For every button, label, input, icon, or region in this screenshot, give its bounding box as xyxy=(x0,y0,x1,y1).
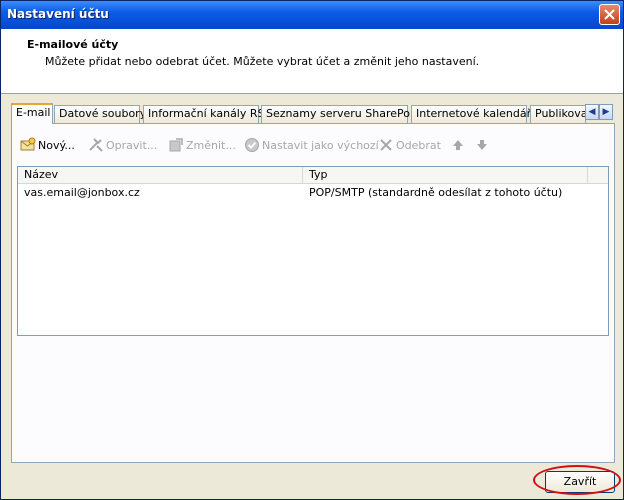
account-list: Název Typ vas.email@jonbox.cz POP/SMTP (… xyxy=(17,166,609,336)
tab-published[interactable]: Publikovan xyxy=(530,105,586,123)
window-close-button[interactable] xyxy=(599,4,620,25)
column-header-name[interactable]: Název xyxy=(18,167,303,183)
repair-button[interactable]: Opravit... xyxy=(88,136,157,156)
chevron-right-icon[interactable]: ▶ xyxy=(599,104,613,120)
remove-button[interactable]: Odebrat xyxy=(378,136,441,156)
move-up-button[interactable] xyxy=(450,136,466,156)
window-title: Nastavení účtu xyxy=(7,7,109,21)
repair-button-label: Opravit... xyxy=(106,139,158,152)
remove-x-icon xyxy=(380,139,392,151)
account-name-cell: vas.email@jonbox.cz xyxy=(24,186,140,199)
new-account-icon xyxy=(20,137,36,151)
column-header-type[interactable]: Typ xyxy=(303,167,588,183)
close-icon xyxy=(604,9,615,20)
tab-strip: E-mail Datové soubory Informační kanály … xyxy=(11,103,615,124)
set-default-button-label: Nastavit jako výchozí xyxy=(262,139,379,152)
arrow-down-icon xyxy=(477,140,487,150)
change-button-label: Změnit... xyxy=(186,139,236,152)
tab-internet-calendars[interactable]: Internetové kalendáře xyxy=(411,105,538,123)
change-button[interactable]: Změnit... xyxy=(168,136,236,156)
change-icon xyxy=(169,138,183,152)
close-dialog-button[interactable]: Zavřít xyxy=(545,471,615,493)
tab-rss-feeds[interactable]: Informační kanály RSS xyxy=(143,105,271,123)
set-default-button[interactable]: Nastavit jako výchozí xyxy=(244,136,379,156)
account-settings-window: Nastavení účtu E-mailové účty Můžete při… xyxy=(0,0,624,500)
tools-icon xyxy=(89,138,103,152)
checkmark-circle-icon xyxy=(245,138,259,152)
header-title: E-mailové účty xyxy=(27,38,119,51)
list-header: Název Typ xyxy=(18,167,608,184)
remove-button-label: Odebrat xyxy=(396,139,441,152)
new-button[interactable]: Nový... xyxy=(20,136,75,156)
chevron-left-icon[interactable]: ◀ xyxy=(585,104,599,120)
move-down-button[interactable] xyxy=(474,136,490,156)
new-button-label: Nový... xyxy=(38,139,75,152)
dialog-header: E-mailové účty Můžete přidat nebo odebra… xyxy=(1,29,623,94)
table-row[interactable]: vas.email@jonbox.cz POP/SMTP (standardně… xyxy=(18,185,608,201)
title-bar[interactable]: Nastavení účtu xyxy=(1,1,623,29)
tab-data-files[interactable]: Datové soubory xyxy=(54,105,146,123)
account-toolbar: Nový... Opravit... Změnit... Nastavit ja… xyxy=(20,136,600,156)
email-tab-panel: Nový... Opravit... Změnit... Nastavit ja… xyxy=(11,123,615,463)
account-type-cell: POP/SMTP (standardně odesílat z tohoto ú… xyxy=(309,186,563,199)
tab-scroll-buttons: ◀ ▶ xyxy=(585,104,615,122)
tab-email[interactable]: E-mail xyxy=(11,103,53,124)
arrow-up-icon xyxy=(453,140,463,150)
header-description: Můžete přidat nebo odebrat účet. Můžete … xyxy=(45,55,480,68)
tab-sharepoint-lists[interactable]: Seznamy serveru SharePoint xyxy=(261,105,424,123)
